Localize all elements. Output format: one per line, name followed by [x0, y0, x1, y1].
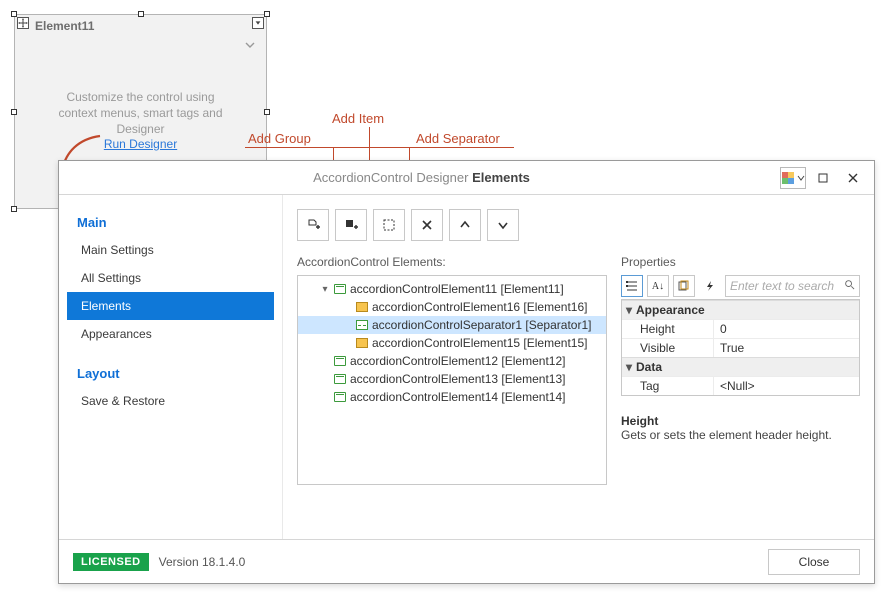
tree-row[interactable]: ▾ accordionControlElement11 [Element11] — [298, 280, 606, 298]
chevron-down-icon[interactable] — [244, 39, 256, 54]
window-title-page: Elements — [472, 170, 530, 185]
annotation-add-separator: Add Separator — [416, 131, 500, 146]
search-icon — [844, 279, 855, 293]
prop-key: Height — [622, 320, 714, 338]
annotation-add-group: Add Group — [248, 131, 311, 146]
annotation-add-item: Add Item — [332, 111, 384, 126]
sidebar-item-all-settings[interactable]: All Settings — [67, 264, 274, 292]
tree-row[interactable]: accordionControlElement12 [Element12] — [298, 352, 606, 370]
tree-row-label: accordionControlElement11 [Element11] — [350, 282, 564, 296]
sep-icon — [356, 320, 368, 330]
tree-row-label: accordionControlSeparator1 [Separator1] — [372, 318, 591, 332]
prop-help-text: Gets or sets the element header height. — [621, 428, 860, 442]
group-icon — [334, 284, 346, 294]
prop-alphabetical-button[interactable]: A↓ — [647, 275, 669, 297]
sidebar-item-main-settings[interactable]: Main Settings — [67, 236, 274, 264]
prop-value[interactable]: 0 — [714, 320, 859, 338]
group-icon — [334, 392, 346, 402]
footer: LICENSED Version 18.1.4.0 Close — [59, 539, 874, 583]
item-icon — [356, 338, 368, 348]
tree-row[interactable]: accordionControlElement16 [Element16] — [298, 298, 606, 316]
prop-category-data[interactable]: ▾Data — [622, 357, 859, 376]
properties-label: Properties — [621, 255, 860, 269]
group-icon — [334, 374, 346, 384]
tree-expander[interactable]: ▾ — [320, 284, 330, 295]
elements-tree[interactable]: ▾ accordionControlElement11 [Element11] ac… — [297, 275, 607, 485]
license-badge: LICENSED — [73, 553, 149, 571]
close-button[interactable]: Close — [768, 549, 860, 575]
version-label: Version 18.1.4.0 — [159, 555, 246, 569]
tree-row[interactable]: accordionControlElement14 [Element14] — [298, 388, 606, 406]
prop-category-appearance[interactable]: ▾Appearance — [622, 300, 859, 319]
move-down-button[interactable] — [487, 209, 519, 241]
resize-handle[interactable] — [138, 11, 144, 17]
group-icon — [334, 356, 346, 366]
prop-row-height[interactable]: Height 0 — [622, 319, 859, 338]
smart-tag-icon[interactable] — [252, 17, 264, 29]
tree-label: AccordionControl Elements: — [297, 255, 607, 269]
add-group-button[interactable] — [297, 209, 329, 241]
tree-row[interactable]: accordionControlElement15 [Element15] — [298, 334, 606, 352]
tree-row[interactable]: accordionControlSeparator1 [Separator1] — [298, 316, 606, 334]
resize-handle[interactable] — [11, 206, 17, 212]
close-window-button[interactable] — [840, 167, 866, 189]
tree-row-label: accordionControlElement12 [Element12] — [350, 354, 565, 368]
prop-categorized-button[interactable] — [621, 275, 643, 297]
tree-row-label: accordionControlElement14 [Element14] — [350, 390, 565, 404]
prop-row-tag[interactable]: Tag <Null> — [622, 376, 859, 395]
sidebar-item-elements[interactable]: Elements — [67, 292, 274, 320]
prop-row-visible[interactable]: Visible True — [622, 338, 859, 357]
sidebar: Main Main Settings All Settings Elements… — [59, 195, 283, 539]
prop-key: Tag — [622, 377, 714, 395]
add-item-button[interactable] — [335, 209, 367, 241]
remove-button[interactable] — [411, 209, 443, 241]
property-grid[interactable]: ▾Appearance Height 0 Visible True ▾Data … — [621, 299, 860, 396]
prop-value[interactable]: True — [714, 339, 859, 357]
prop-value[interactable]: <Null> — [714, 377, 859, 395]
window-title-prefix: AccordionControl Designer — [313, 170, 468, 185]
designer-window: AccordionControl Designer Elements Main … — [58, 160, 875, 584]
color-scheme-button[interactable] — [780, 167, 806, 189]
sidebar-heading-layout: Layout — [67, 360, 274, 387]
tree-row-label: accordionControlElement13 [Element13] — [350, 372, 565, 386]
maximize-button[interactable] — [810, 167, 836, 189]
resize-handle[interactable] — [264, 11, 270, 17]
prop-search-input[interactable]: Enter text to search — [725, 275, 860, 297]
elements-toolbar — [297, 209, 860, 241]
prop-events-button[interactable] — [699, 275, 721, 297]
sidebar-heading-main: Main — [67, 209, 274, 236]
hint-text: Customize the control using context menu… — [15, 89, 266, 138]
move-up-button[interactable] — [449, 209, 481, 241]
tree-row-label: accordionControlElement15 [Element15] — [372, 336, 587, 350]
sidebar-item-save-restore[interactable]: Save & Restore — [67, 387, 274, 415]
prop-search-placeholder: Enter text to search — [730, 279, 840, 293]
prop-pages-button[interactable] — [673, 275, 695, 297]
move-icon[interactable] — [17, 17, 29, 29]
tree-row-label: accordionControlElement16 [Element16] — [372, 300, 587, 314]
item-icon — [356, 302, 368, 312]
titlebar: AccordionControl Designer Elements — [59, 161, 874, 195]
content-area: AccordionControl Elements: ▾ accordionCon… — [283, 195, 874, 539]
annotation-line — [245, 147, 514, 148]
prop-description: Height Gets or sets the element header h… — [621, 414, 860, 442]
run-designer-link[interactable]: Run Designer — [15, 137, 266, 151]
tree-row[interactable]: accordionControlElement13 [Element13] — [298, 370, 606, 388]
prop-help-title: Height — [621, 414, 860, 428]
element-title: Element11 — [35, 19, 94, 33]
prop-key: Visible — [622, 339, 714, 357]
add-separator-button[interactable] — [373, 209, 405, 241]
sidebar-item-appearances[interactable]: Appearances — [67, 320, 274, 348]
